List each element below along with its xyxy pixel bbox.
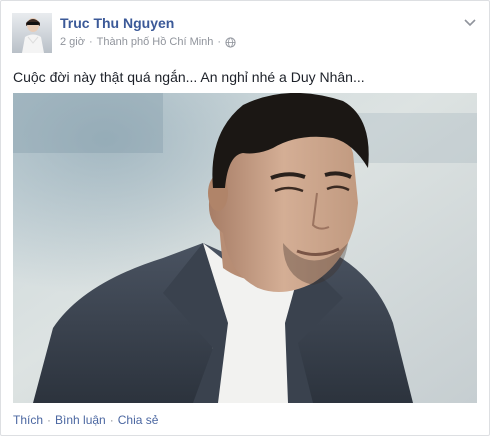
author-name[interactable]: Truc Thu Nguyen xyxy=(60,15,174,31)
meta-separator: · xyxy=(88,36,93,48)
action-separator: · xyxy=(109,413,114,427)
action-separator: · xyxy=(47,413,52,427)
avatar[interactable] xyxy=(12,13,52,53)
like-link[interactable]: Thích xyxy=(13,413,43,427)
chevron-down-icon[interactable] xyxy=(463,15,477,27)
post-meta: 2 giờ · Thành phố Hồ Chí Minh · xyxy=(60,36,236,48)
post-actions: Thích · Bình luận · Chia sẻ xyxy=(13,413,158,427)
post-message: Cuộc đời này thật quá ngắn... An nghỉ nh… xyxy=(13,69,365,85)
comment-link[interactable]: Bình luận xyxy=(55,413,106,427)
meta-separator: · xyxy=(217,36,222,48)
share-link[interactable]: Chia sẻ xyxy=(118,413,159,427)
post-time[interactable]: 2 giờ xyxy=(60,36,85,48)
post-photo[interactable] xyxy=(13,93,477,403)
feed-post: Truc Thu Nguyen 2 giờ · Thành phố Hồ Chí… xyxy=(0,0,490,436)
post-location[interactable]: Thành phố Hồ Chí Minh xyxy=(97,36,214,48)
globe-icon[interactable] xyxy=(225,36,236,48)
